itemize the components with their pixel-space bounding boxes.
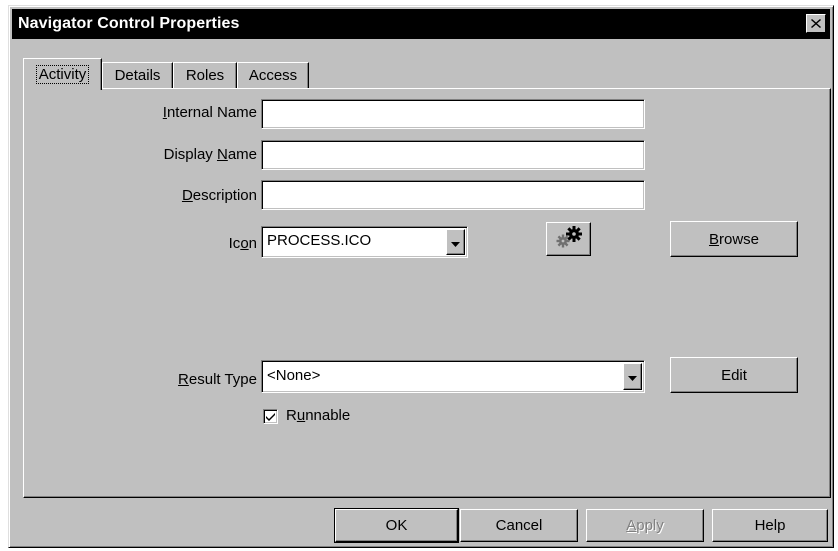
display-name-input[interactable] <box>265 144 641 166</box>
tab-details-label: Details <box>114 67 161 84</box>
result-type-label: Result Type <box>178 371 257 388</box>
tab-activity[interactable]: Activity <box>23 58 102 90</box>
edit-button[interactable]: Edit <box>670 357 798 393</box>
ok-button-label: OK <box>385 517 408 534</box>
runnable-label[interactable]: Runnable <box>286 407 350 424</box>
close-icon <box>811 15 821 32</box>
result-type-combo[interactable]: <None> <box>261 360 645 393</box>
result-type-dropdown-button[interactable] <box>623 363 642 390</box>
description-label: Description <box>181 187 257 204</box>
window-title: Navigator Control Properties <box>18 15 240 32</box>
cancel-button-label: Cancel <box>495 517 543 534</box>
cancel-button[interactable]: Cancel <box>460 509 578 542</box>
icon-combo-value: PROCESS.ICO <box>267 232 372 249</box>
internal-name-label: Internal Name <box>162 104 257 121</box>
chevron-down-icon <box>628 368 637 385</box>
result-type-value: <None> <box>267 367 321 384</box>
tab-details[interactable]: Details <box>102 62 173 88</box>
close-button[interactable] <box>806 14 826 33</box>
activity-panel: Internal Name Display Name Description I… <box>23 88 831 498</box>
browse-button[interactable]: Browse <box>670 221 798 257</box>
tab-roles-label: Roles <box>185 67 225 84</box>
display-name-field[interactable] <box>261 140 645 170</box>
edit-button-label: Edit <box>721 366 747 384</box>
tab-activity-label: Activity <box>35 65 90 84</box>
tab-roles[interactable]: Roles <box>173 62 237 88</box>
runnable-checkbox[interactable] <box>263 409 278 424</box>
description-input[interactable] <box>265 184 641 206</box>
apply-button[interactable]: Apply <box>586 509 704 542</box>
check-icon <box>266 408 275 425</box>
tab-access[interactable]: Access <box>237 62 309 88</box>
internal-name-field[interactable] <box>261 99 645 129</box>
icon-preview-button[interactable] <box>546 222 591 256</box>
display-name-label: Display Name <box>163 146 257 163</box>
browse-button-label: Browse <box>708 230 760 248</box>
description-field[interactable] <box>261 180 645 210</box>
help-button[interactable]: Help <box>712 509 828 542</box>
help-button-label: Help <box>754 517 786 534</box>
icon-dropdown-button[interactable] <box>446 229 465 255</box>
gears-icon <box>554 225 584 253</box>
tab-access-label: Access <box>248 67 298 84</box>
icon-combo[interactable]: PROCESS.ICO <box>261 226 468 258</box>
chevron-down-icon <box>451 234 460 251</box>
internal-name-input[interactable] <box>265 103 641 125</box>
title-bar[interactable]: Navigator Control Properties <box>12 9 830 39</box>
properties-dialog: Navigator Control Properties Activity De… <box>8 5 834 548</box>
apply-button-label: Apply <box>626 517 664 534</box>
ok-button[interactable]: OK <box>334 508 459 543</box>
icon-label: Icon <box>228 235 257 252</box>
